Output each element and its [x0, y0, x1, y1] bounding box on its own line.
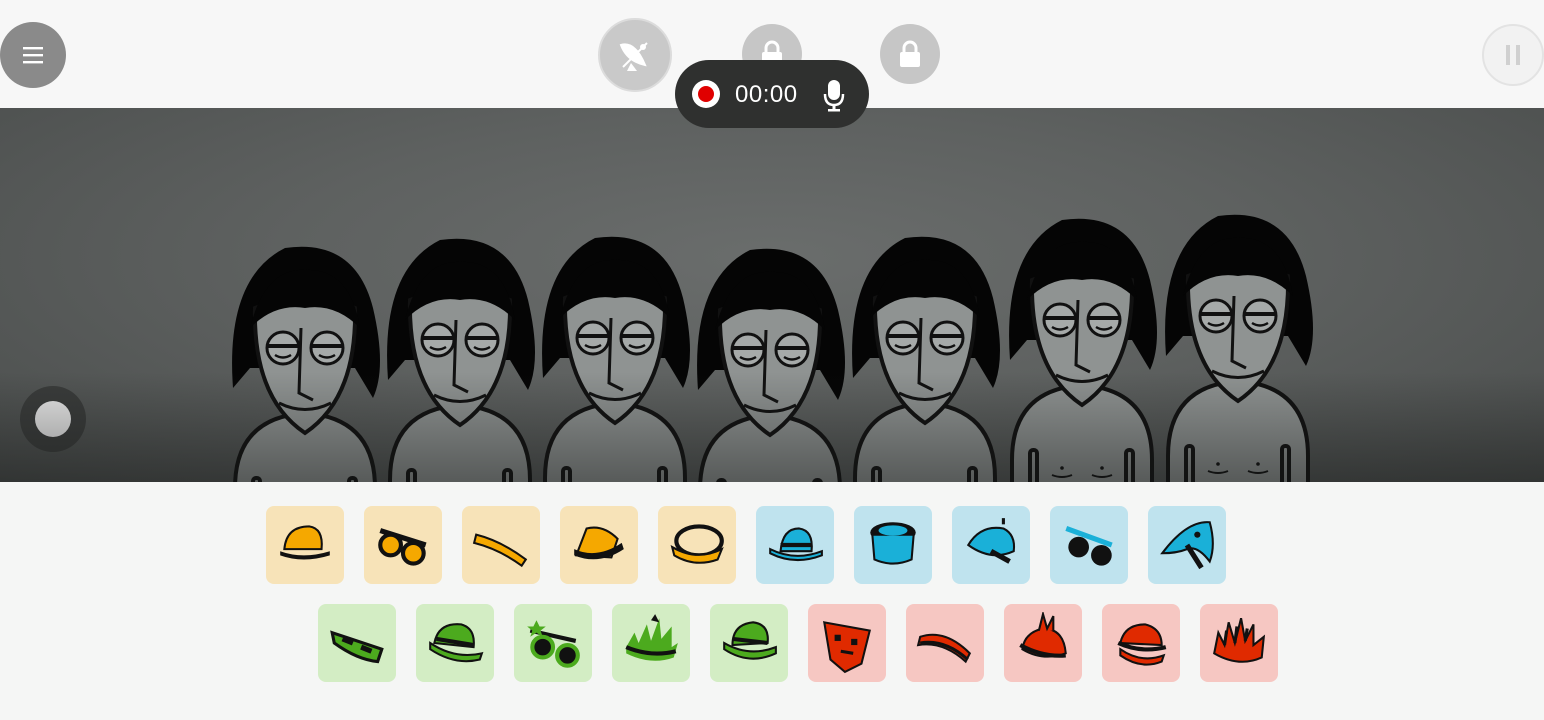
- characters-row: [232, 214, 1313, 482]
- character-5[interactable]: [852, 236, 1000, 482]
- character-1[interactable]: [232, 246, 380, 482]
- lock-icon: [900, 40, 920, 67]
- mohawk-icon: [1019, 612, 1067, 658]
- share-satellite-button[interactable]: [598, 18, 672, 92]
- fedora-icon: [769, 527, 823, 562]
- sound-icon-blue-7[interactable]: [854, 506, 932, 584]
- sound-icon-red-17[interactable]: [906, 604, 984, 682]
- record-button[interactable]: [692, 80, 720, 108]
- sound-icon-yellow-3[interactable]: [462, 506, 540, 584]
- character-7[interactable]: [1165, 214, 1313, 482]
- red-cap-icon: [1117, 623, 1167, 666]
- volume-slider-knob[interactable]: [20, 386, 86, 452]
- visor-icon: [670, 524, 724, 564]
- sunglasses-icon: [378, 528, 427, 566]
- microphone-icon[interactable]: [822, 78, 846, 112]
- record-timer: 00:00: [735, 81, 798, 108]
- sound-icon-yellow-2[interactable]: [364, 506, 442, 584]
- face-mask-icon: [823, 621, 872, 674]
- locked-bonus-button-2[interactable]: [880, 24, 940, 84]
- trilby-icon: [723, 621, 777, 660]
- sound-icon-green-11[interactable]: [318, 604, 396, 682]
- bandana-icon: [1160, 521, 1214, 570]
- sound-icon-blue-10[interactable]: [1148, 506, 1226, 584]
- character-2[interactable]: [387, 238, 535, 482]
- sound-icon-blue-9[interactable]: [1050, 506, 1128, 584]
- satellite-icon: [619, 42, 648, 71]
- sound-icon-green-15[interactable]: [710, 604, 788, 682]
- character-4[interactable]: [697, 248, 845, 482]
- character-3[interactable]: [542, 236, 690, 482]
- hamburger-icon: [23, 47, 43, 64]
- sound-icon-red-19[interactable]: [1102, 604, 1180, 682]
- pause-icon: [1506, 45, 1520, 65]
- sound-icon-yellow-4[interactable]: [560, 506, 638, 584]
- glasses-icon: [1065, 526, 1113, 566]
- recorder-pill: 00:00: [675, 60, 869, 128]
- pause-button[interactable]: [1482, 24, 1544, 86]
- beret-icon: [966, 518, 1016, 564]
- performer-stage: [0, 108, 1544, 482]
- sound-icon-red-16[interactable]: [808, 604, 886, 682]
- star-glasses-icon: [527, 620, 580, 668]
- sound-icon-green-12[interactable]: [416, 604, 494, 682]
- menu-button[interactable]: [0, 22, 66, 88]
- sound-icon-blue-6[interactable]: [756, 506, 834, 584]
- sound-icon-yellow-5[interactable]: [658, 506, 736, 584]
- sound-icon-green-14[interactable]: [612, 604, 690, 682]
- spiky-hair-icon: [1213, 617, 1266, 663]
- sound-icon-yellow-1[interactable]: [266, 506, 344, 584]
- character-6[interactable]: [1009, 218, 1157, 482]
- sound-icon-green-13[interactable]: [514, 604, 592, 682]
- headband-icon: [472, 533, 528, 568]
- cap-icon: [280, 525, 330, 560]
- sound-icon-red-20[interactable]: [1200, 604, 1278, 682]
- green-hat-icon: [429, 623, 484, 663]
- drum-hat-icon: [870, 522, 916, 565]
- red-band-icon: [916, 633, 972, 664]
- sound-icon-blue-8[interactable]: [952, 506, 1030, 584]
- bowler-hat-icon: [574, 526, 624, 560]
- grass-hair-icon: [625, 614, 678, 661]
- sound-icon-red-18[interactable]: [1004, 604, 1082, 682]
- mask-icon: [330, 630, 384, 664]
